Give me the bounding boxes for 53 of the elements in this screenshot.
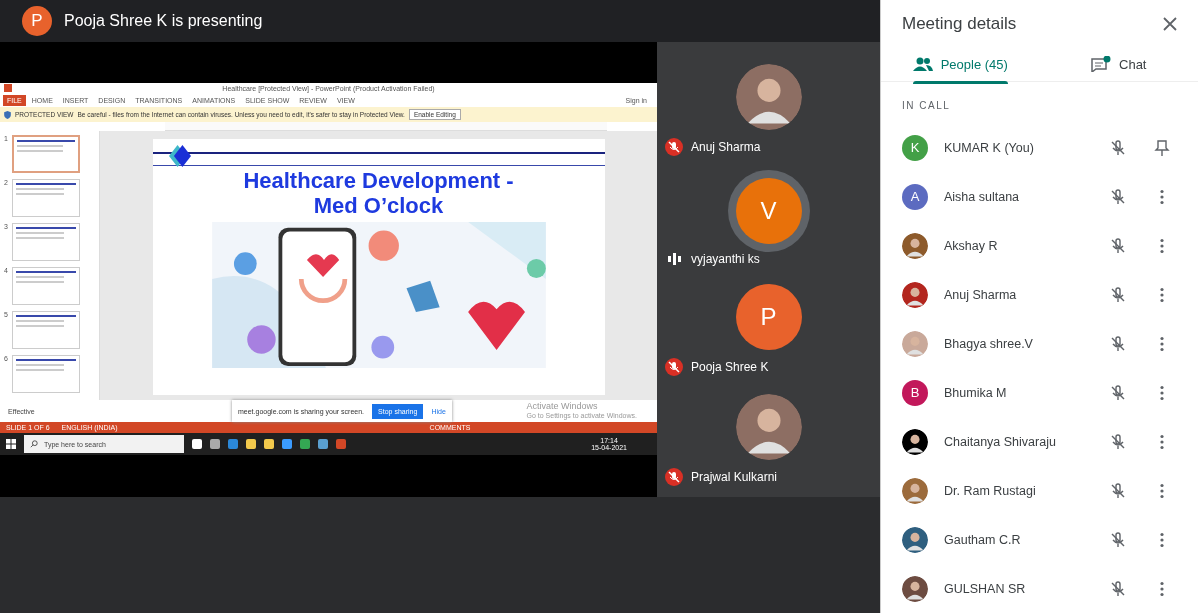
panel-tab[interactable]: People (45) [881, 47, 1040, 81]
close-icon[interactable] [1162, 15, 1178, 32]
slide-thumbnail[interactable] [12, 267, 80, 305]
muted-mic-icon[interactable] [1109, 481, 1127, 500]
slide-thumbnail[interactable] [12, 179, 80, 217]
participant-name: Anuj Sharma [691, 140, 761, 154]
slide-thumbnail[interactable] [12, 223, 80, 261]
slide-thumbnail[interactable] [12, 355, 80, 393]
participant-name: Aisha sultana [944, 189, 1021, 204]
participant-name: vyjayanthi ks [691, 252, 760, 266]
avatar [735, 64, 802, 130]
muted-mic-icon[interactable] [1109, 236, 1127, 255]
muted-mic-icon[interactable] [1109, 530, 1127, 549]
shield-icon [4, 110, 11, 119]
participant-name: Pooja Shree K [691, 360, 769, 374]
participant-name: Chaitanya Shivaraju [944, 434, 1057, 449]
participant-name: KUMAR K (You) [944, 140, 1035, 155]
people-icon [912, 56, 933, 73]
panel-tab[interactable]: Chat [1039, 47, 1198, 81]
avatar [735, 394, 802, 460]
participant-name: GULSHAN SR [944, 581, 1027, 596]
activation-title: Activate Windows [526, 402, 599, 413]
participant-name: Akshay R [944, 238, 999, 253]
participant-name: Gautham C.R [944, 532, 1022, 547]
app-icon [4, 84, 12, 92]
avatar: P [22, 6, 52, 36]
participant-name: Dr. Ram Rustagi [944, 483, 1037, 498]
presenter-caption: Pooja Shree K is presenting [64, 12, 263, 30]
diamond-logo-icon [168, 145, 191, 167]
panel-title: Meeting details [902, 13, 1017, 34]
slide-title: Healthcare Development - [243, 168, 514, 193]
muted-mic-icon[interactable] [1109, 432, 1127, 451]
muted-mic-icon[interactable] [1109, 334, 1127, 353]
muted-mic-icon[interactable] [1109, 383, 1127, 402]
avatar: K [902, 134, 928, 161]
muted-mic-icon[interactable] [1109, 187, 1127, 206]
participant-name: Bhagya shree.V [944, 336, 1034, 351]
search-icon [30, 440, 38, 448]
avatar: P [735, 284, 802, 350]
slide-thumbnail[interactable] [12, 135, 80, 173]
slide-thumbnail[interactable] [12, 311, 80, 349]
muted-mic-icon[interactable] [1109, 138, 1127, 157]
participant-name: Anuj Sharma [944, 287, 1018, 302]
participant-name: Bhumika M [944, 385, 1008, 400]
section-heading: IN CALL [901, 99, 952, 113]
windows-icon[interactable] [6, 439, 16, 449]
avatar: B [902, 379, 928, 406]
participant-name: Prajwal Kulkarni [691, 470, 778, 484]
slide-subtitle: Med O’clock [312, 193, 445, 218]
muted-mic-icon[interactable] [1109, 579, 1127, 598]
avatar: A [902, 183, 928, 210]
muted-mic-icon[interactable] [1109, 285, 1127, 304]
pin-icon[interactable] [1153, 138, 1171, 157]
